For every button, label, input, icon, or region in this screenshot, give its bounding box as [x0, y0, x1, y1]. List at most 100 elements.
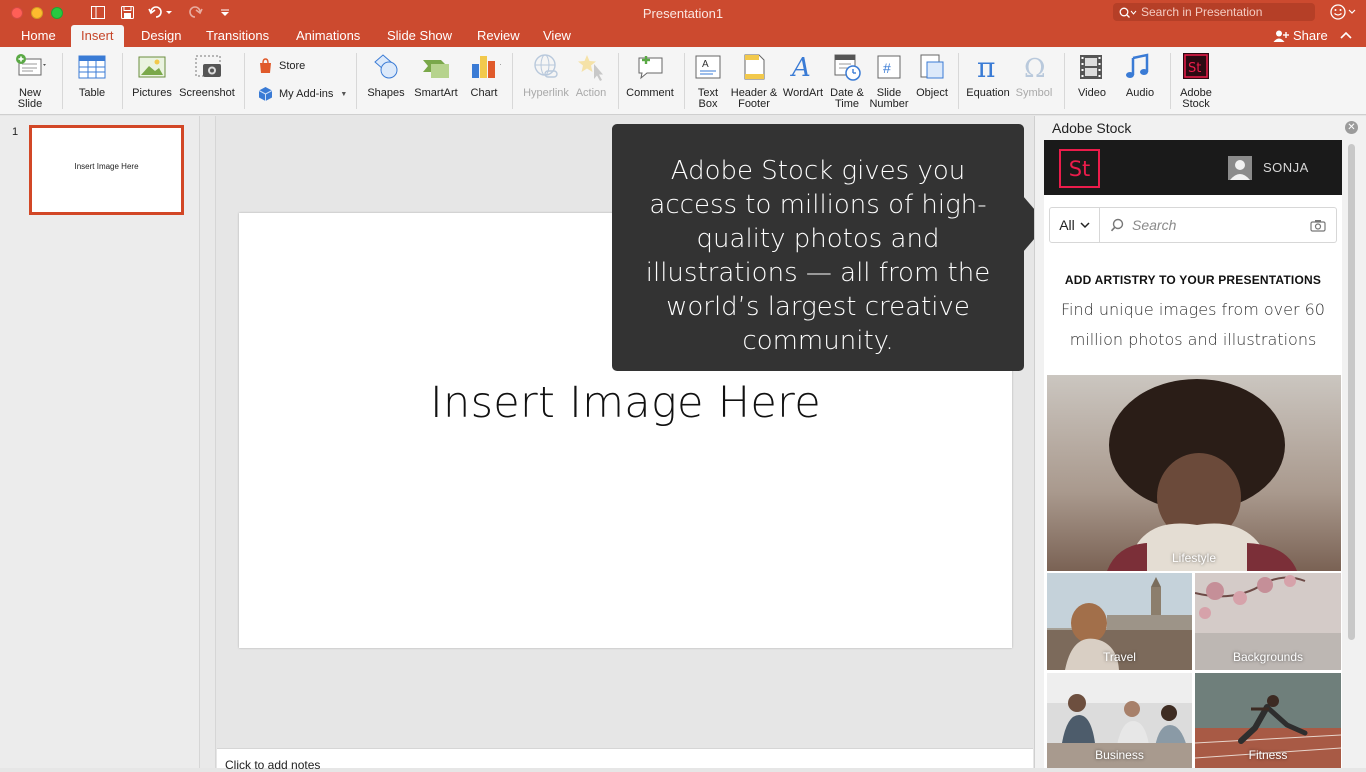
smartart-button[interactable]: SmartArt — [410, 51, 462, 99]
object-icon — [915, 51, 949, 83]
table-label: Table — [78, 87, 106, 99]
username[interactable]: SONJA — [1263, 160, 1309, 175]
search-icon — [1119, 7, 1137, 18]
table-button[interactable]: Table — [70, 51, 114, 99]
stock-header: St SONJA — [1044, 140, 1342, 195]
header-footer-icon — [737, 51, 771, 83]
symbol-label: Symbol — [1015, 87, 1053, 99]
hyperlink-button[interactable]: Hyperlink — [520, 51, 572, 99]
equation-button[interactable]: π Equation — [964, 51, 1012, 99]
category-tile-backgrounds[interactable]: Backgrounds — [1195, 573, 1341, 670]
slide-thumbnail-text: Insert Image Here — [74, 162, 139, 171]
pane-splitter[interactable] — [200, 116, 216, 768]
ribbon-separator — [1170, 53, 1171, 109]
text-box-icon: A — [691, 51, 725, 83]
slide-title-placeholder[interactable]: Insert Image Here — [239, 378, 1012, 428]
table-icon — [75, 51, 109, 83]
user-avatar-icon — [1230, 160, 1250, 180]
lifestyle-photo — [1047, 375, 1341, 571]
ribbon-toolbar: New Slide Table Pictures Screenshot Stor… — [0, 47, 1366, 115]
date-time-button[interactable]: Date & Time — [828, 51, 866, 110]
close-icon[interactable]: ✕ — [1345, 121, 1358, 134]
share-button[interactable]: Share — [1273, 28, 1328, 43]
comment-button[interactable]: Comment — [624, 51, 676, 99]
panel-scrollbar[interactable] — [1348, 144, 1355, 640]
wordart-button[interactable]: A WordArt — [780, 51, 826, 99]
svg-text:A: A — [702, 59, 709, 70]
collapse-ribbon-icon[interactable] — [1340, 29, 1352, 47]
slide-number-button[interactable]: # Slide Number — [868, 51, 910, 110]
filter-value: All — [1059, 217, 1075, 233]
category-label: Business — [1095, 748, 1144, 762]
new-slide-icon — [13, 51, 47, 83]
chart-icon — [467, 51, 501, 83]
ribbon-separator — [618, 53, 619, 109]
slide-number-icon: # — [872, 51, 906, 83]
store-button[interactable]: Store — [258, 58, 305, 74]
music-note-icon — [1123, 51, 1157, 83]
shapes-icon — [369, 51, 403, 83]
header-footer-button[interactable]: Header & Footer — [728, 51, 780, 110]
calendar-clock-icon — [830, 51, 864, 83]
slide-number-label: Slide Number — [869, 87, 909, 110]
stock-content: St SONJA All Search ADD ARTISTRY TO YOUR… — [1044, 140, 1342, 768]
category-tile-fitness[interactable]: Fitness — [1195, 673, 1341, 768]
svg-text:A: A — [790, 53, 811, 82]
object-button[interactable]: Object — [912, 51, 952, 99]
shapes-button[interactable]: Shapes — [362, 51, 410, 99]
screenshot-button[interactable]: Screenshot — [178, 51, 236, 99]
tab-home[interactable]: Home — [11, 25, 66, 47]
new-slide-button[interactable]: New Slide — [8, 51, 52, 110]
ribbon-tabs: Home Insert Design Transitions Animation… — [0, 25, 1366, 47]
category-tile-business[interactable]: Business — [1047, 673, 1192, 768]
adobe-stock-callout: Adobe Stock gives you access to millions… — [612, 124, 1024, 371]
slide-thumbnail-1[interactable]: Insert Image Here — [29, 125, 184, 215]
tab-insert[interactable]: Insert — [71, 25, 124, 47]
category-tile-travel[interactable]: Travel — [1047, 573, 1192, 670]
action-button[interactable]: Action — [572, 51, 610, 99]
svg-text:Ω: Ω — [1024, 54, 1046, 82]
promo-text: Find unique images from over 60 million … — [1061, 300, 1325, 349]
tab-view[interactable]: View — [533, 25, 581, 47]
text-box-label: Text Box — [697, 87, 719, 110]
tab-review[interactable]: Review — [467, 25, 530, 47]
adobe-stock-panel: Adobe Stock ✕ St SONJA All Search ADD AR… — [1034, 116, 1366, 768]
camera-icon[interactable] — [1310, 219, 1326, 232]
search-presentation-input[interactable]: Search in Presentation — [1113, 3, 1315, 21]
notes-placeholder: Click to add notes — [225, 758, 321, 772]
notes-pane[interactable]: Click to add notes — [217, 748, 1033, 772]
category-filter-dropdown[interactable]: All — [1049, 207, 1100, 243]
chart-button[interactable]: Chart — [464, 51, 504, 99]
ribbon-separator — [512, 53, 513, 109]
tab-animations[interactable]: Animations — [286, 25, 370, 47]
tab-slide-show[interactable]: Slide Show — [377, 25, 462, 47]
ribbon-separator — [684, 53, 685, 109]
pictures-button[interactable]: Pictures — [130, 51, 174, 99]
ribbon-separator — [244, 53, 245, 109]
pictures-label: Pictures — [132, 87, 172, 99]
tab-transitions[interactable]: Transitions — [196, 25, 279, 47]
audio-button[interactable]: Audio — [1118, 51, 1162, 99]
pictures-icon — [135, 51, 169, 83]
comment-label: Comment — [626, 87, 674, 99]
svg-text:St: St — [1188, 61, 1201, 76]
my-addins-button[interactable]: My Add-ins ▼ — [258, 86, 347, 102]
category-tile-lifestyle[interactable]: Lifestyle — [1047, 375, 1341, 571]
ribbon-separator — [62, 53, 63, 109]
text-box-button[interactable]: A Text Box — [690, 51, 726, 110]
new-slide-label: New Slide — [17, 87, 43, 110]
chevron-down-icon — [1080, 221, 1090, 228]
adobe-stock-button[interactable]: St Adobe Stock — [1176, 51, 1216, 110]
svg-text:π: π — [977, 52, 995, 82]
stock-search-input[interactable]: Search — [1100, 207, 1337, 243]
tab-design[interactable]: Design — [131, 25, 191, 47]
smartart-label: SmartArt — [414, 87, 458, 99]
feedback-smiley-icon[interactable] — [1330, 4, 1360, 25]
ribbon-separator — [122, 53, 123, 109]
video-button[interactable]: Video — [1070, 51, 1114, 99]
object-label: Object — [916, 87, 948, 99]
avatar[interactable] — [1228, 156, 1252, 180]
symbol-button[interactable]: Ω Symbol — [1014, 51, 1054, 99]
category-label: Fitness — [1248, 748, 1288, 762]
omega-symbol-icon: Ω — [1017, 51, 1051, 83]
